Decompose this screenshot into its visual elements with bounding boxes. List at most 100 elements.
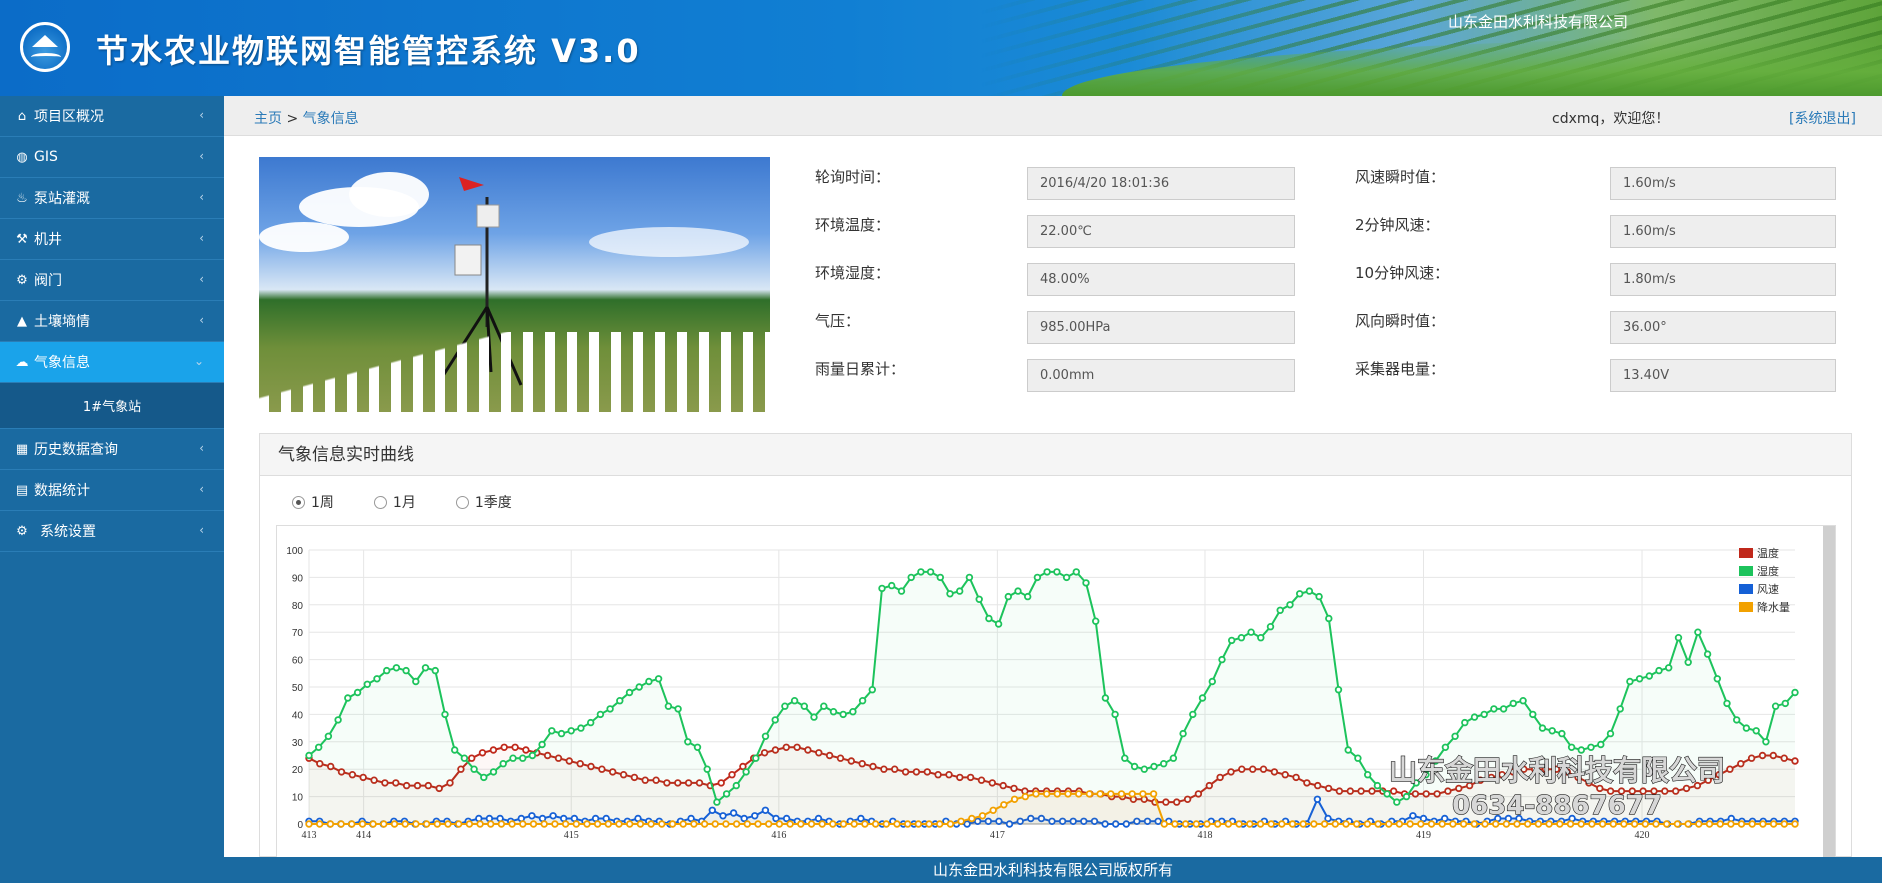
- wind-speed-instant-label: 风速瞬时值：: [1355, 168, 1446, 186]
- sidebar-item-soil-moisture[interactable]: ▲ 土壤墒情 ‹: [0, 301, 224, 342]
- data-point: [549, 812, 557, 820]
- data-point: [557, 729, 566, 738]
- ambient-temperature-field[interactable]: 22.00℃: [1027, 215, 1295, 248]
- data-point: [1538, 724, 1547, 732]
- x-tick-label: 419: [1416, 830, 1431, 841]
- logout-link[interactable]: [系统退出]: [1789, 108, 1856, 128]
- radio-1-month[interactable]: 1月: [373, 492, 416, 512]
- data-point: [786, 820, 794, 828]
- radio-dot[interactable]: [292, 495, 305, 509]
- sidebar-item-valve[interactable]: ⚙ 阀门 ‹: [0, 260, 224, 301]
- sidebar-item-well[interactable]: ⚒ 机井 ‹: [0, 219, 224, 260]
- data-point: [888, 581, 896, 590]
- sidebar-item-system-settings[interactable]: ⚙ 系统设置 ‹: [0, 511, 224, 552]
- data-point: [893, 820, 901, 828]
- data-point: [1331, 820, 1339, 828]
- data-point: [1208, 677, 1216, 686]
- data-point: [1461, 718, 1469, 727]
- data-point: [380, 820, 388, 828]
- data-point: [654, 675, 663, 683]
- data-point: [1664, 664, 1673, 672]
- data-point: [1616, 705, 1624, 713]
- data-point: [871, 820, 880, 828]
- data-point: [1470, 713, 1479, 721]
- sidebar-item-project-overview[interactable]: ⌂ 项目区概况 ‹: [0, 96, 224, 137]
- data-point: [305, 820, 313, 828]
- sidebar-item-history-query[interactable]: ▦ 历史数据查询 ‹: [0, 429, 224, 470]
- data-point: [1449, 820, 1457, 828]
- y-tick-label: 20: [292, 765, 304, 776]
- weather-icon: ☁: [15, 354, 29, 370]
- data-point: [1276, 606, 1284, 614]
- data-point: [1597, 740, 1605, 749]
- data-point: [781, 702, 789, 710]
- data-point: [1451, 732, 1459, 740]
- data-point: [1748, 820, 1756, 828]
- data-point: [348, 820, 356, 828]
- sidebar-subitem-weather-station[interactable]: 1#气象站: [0, 383, 224, 429]
- wind-speed-10min-field[interactable]: 1.80m/s: [1610, 263, 1836, 296]
- legend-swatch: [1739, 584, 1753, 594]
- chevron-left-icon: ‹: [199, 190, 204, 204]
- data-point: [978, 812, 987, 820]
- data-point: [604, 820, 612, 828]
- data-point: [925, 820, 933, 828]
- radio-dot[interactable]: [455, 495, 469, 509]
- wind-speed-2min-field[interactable]: 1.60m/s: [1610, 215, 1836, 248]
- data-point: [946, 820, 955, 828]
- ambient-temperature-label: 环境温度：: [815, 216, 891, 234]
- data-point: [729, 809, 738, 817]
- poll-time-field[interactable]: 2016/4/20 18:01:36: [1027, 167, 1295, 200]
- data-point: [1288, 820, 1297, 828]
- collector-voltage-field[interactable]: 13.40V: [1610, 359, 1836, 392]
- sidebar-item-weather[interactable]: ☁ 气象信息 ⌄: [0, 342, 224, 383]
- data-point: [1438, 820, 1446, 828]
- ambient-humidity-field[interactable]: 48.00%: [1027, 263, 1295, 296]
- data-point: [1588, 820, 1596, 828]
- radio-dot[interactable]: [373, 495, 387, 509]
- wind-direction-field[interactable]: 36.00°: [1610, 311, 1836, 344]
- radio-1-week[interactable]: 1周: [292, 492, 334, 512]
- data-point: [489, 746, 498, 754]
- data-point: [994, 620, 1003, 628]
- data-point: [353, 688, 362, 697]
- data-point: [1662, 820, 1671, 828]
- x-tick-label: 420: [1635, 830, 1650, 841]
- home-icon: ⌂: [17, 108, 27, 124]
- wind-speed-instant-field[interactable]: 1.60m/s: [1610, 167, 1836, 200]
- sidebar-item-pump-irrigation[interactable]: ♨ 泵站灌溉 ‹: [0, 178, 224, 219]
- data-point: [1558, 729, 1566, 738]
- data-point: [1096, 790, 1104, 798]
- sidebar-item-gis[interactable]: ◍ GIS ‹: [0, 137, 224, 178]
- data-point: [1325, 614, 1333, 623]
- data-point: [1534, 820, 1543, 828]
- data-point: [441, 710, 449, 719]
- sidebar-item-label: 数据统计: [34, 483, 90, 499]
- chart-scrollbar[interactable]: [1823, 526, 1835, 857]
- daily-rainfall-field[interactable]: 0.00mm: [1027, 359, 1295, 392]
- sidebar-item-data-stats[interactable]: ▤ 数据统计 ‹: [0, 470, 224, 511]
- data-point: [1033, 573, 1042, 582]
- data-point: [1713, 675, 1721, 683]
- data-point: [1053, 790, 1061, 798]
- watermark-phone: 0634-8867677: [1452, 791, 1662, 821]
- data-point: [782, 814, 791, 823]
- data-point: [740, 814, 748, 823]
- y-tick-label: 30: [292, 738, 304, 749]
- data-point: [1393, 798, 1401, 806]
- data-point: [626, 820, 634, 828]
- data-point: [1567, 743, 1576, 751]
- data-point: [1000, 801, 1008, 809]
- data-point: [797, 820, 805, 828]
- data-point: [1470, 820, 1478, 828]
- data-point: [668, 820, 677, 828]
- data-point: [765, 820, 773, 828]
- data-point: [1635, 675, 1644, 683]
- air-pressure-field[interactable]: 985.00HPa: [1027, 311, 1295, 344]
- data-point: [1723, 699, 1731, 708]
- breadcrumb-home-link[interactable]: 主页: [254, 111, 282, 127]
- radio-1-quarter[interactable]: 1季度: [455, 492, 512, 512]
- breadcrumb-current[interactable]: 气象信息: [303, 111, 359, 127]
- data-point: [1107, 790, 1115, 798]
- data-point: [1620, 820, 1628, 828]
